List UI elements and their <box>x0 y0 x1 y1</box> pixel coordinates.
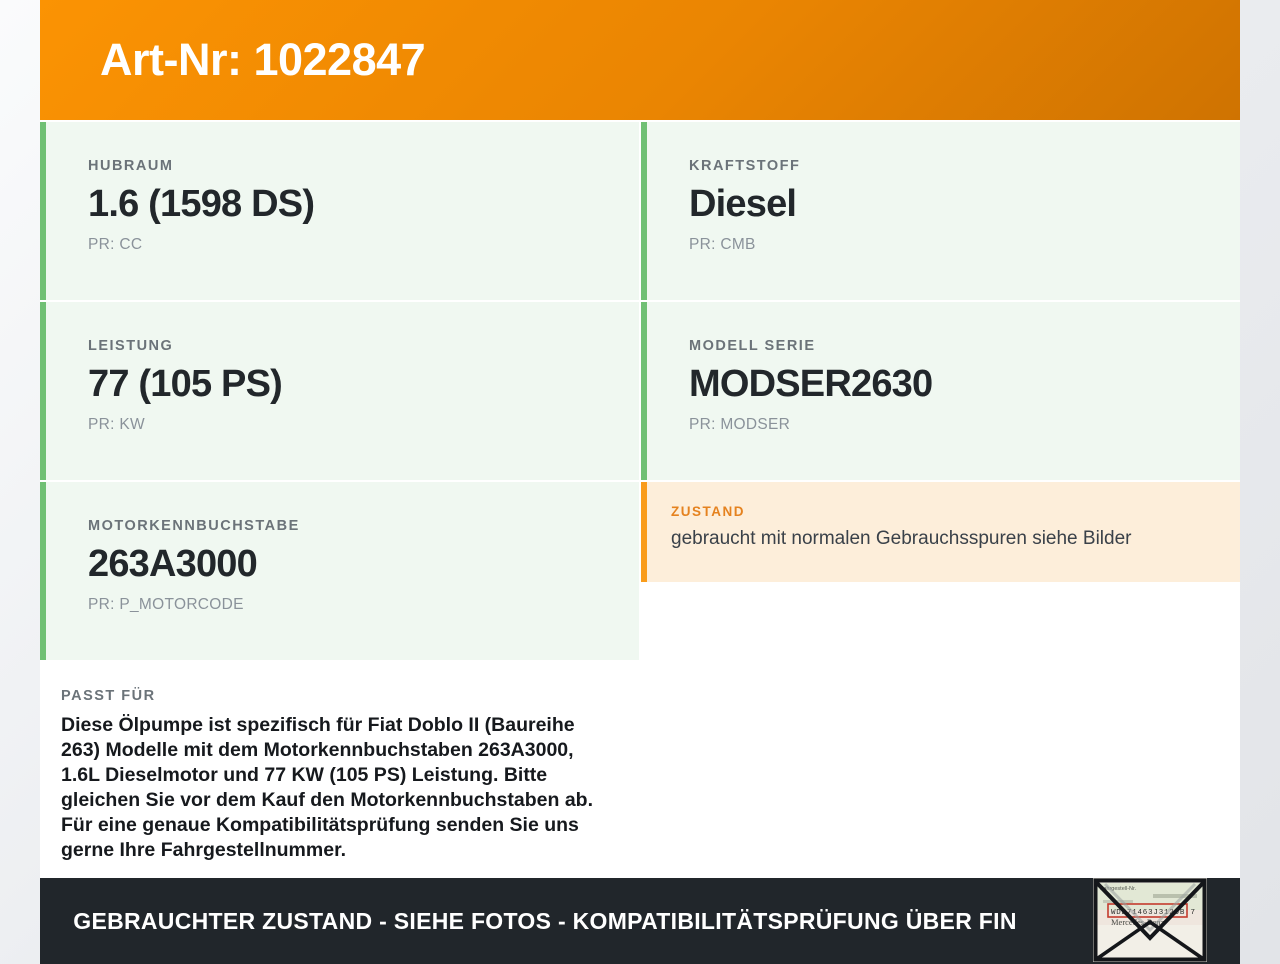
condition-card: ZUSTAND gebraucht mit normalen Gebrauchs… <box>641 482 1240 582</box>
envelope-icon: Fahrgestell-Nr. WDB71463J3129B 7 Mercede… <box>1093 878 1207 962</box>
page-title: Art-Nr: 1022847 <box>100 34 426 85</box>
spec-pr-code: PR: CMB <box>689 235 756 253</box>
spec-pr-code: PR: CC <box>88 235 143 253</box>
compatibility-section: PASST FÜR Diese Ölpumpe ist spezifisch f… <box>40 662 639 876</box>
spec-column-left: HUBRAUM 1.6 (1598 DS) PR: CC LEISTUNG 77… <box>40 122 639 876</box>
spec-value: 1.6 (1598 DS) <box>88 183 315 225</box>
spec-value: 263A3000 <box>88 543 258 585</box>
compatibility-text: Diese Ölpumpe ist spezifisch für Fiat Do… <box>61 714 594 861</box>
footer-notice: GEBRAUCHTER ZUSTAND - SIEHE FOTOS - KOMP… <box>73 907 1017 934</box>
spec-grid: HUBRAUM 1.6 (1598 DS) PR: CC LEISTUNG 77… <box>40 120 1240 876</box>
spec-label: MOTORKENNBUCHSTABE <box>88 518 300 534</box>
spec-pr-code: PR: KW <box>88 415 145 433</box>
spec-pr-code: PR: P_MOTORCODE <box>88 595 244 613</box>
empty-area <box>641 584 1240 876</box>
listing-page: Art-Nr: 1022847 HUBRAUM 1.6 (1598 DS) PR… <box>40 0 1240 964</box>
spec-value: Diesel <box>689 183 797 225</box>
spec-label: HUBRAUM <box>88 158 174 174</box>
spec-label: MODELL SERIE <box>689 338 816 354</box>
spec-card-motorkennbuchstabe: MOTORKENNBUCHSTABE 263A3000 PR: P_MOTORC… <box>40 482 639 660</box>
spec-card-leistung: LEISTUNG 77 (105 PS) PR: KW <box>40 302 639 480</box>
spec-card-kraftstoff: KRAFTSTOFF Diesel PR: CMB <box>641 122 1240 300</box>
vin-document-envelope-image: Fahrgestell-Nr. WDB71463J3129B 7 Mercede… <box>1093 878 1207 962</box>
spec-column-right: KRAFTSTOFF Diesel PR: CMB MODELL SERIE M… <box>641 122 1240 876</box>
spec-value: MODSER2630 <box>689 363 933 405</box>
spec-pr-code: PR: MODSER <box>689 415 791 433</box>
spec-value: 77 (105 PS) <box>88 363 283 405</box>
product-header: Art-Nr: 1022847 <box>40 0 1240 120</box>
spec-label: LEISTUNG <box>88 338 174 354</box>
condition-label: ZUSTAND <box>671 504 745 519</box>
spec-label: KRAFTSTOFF <box>689 158 801 174</box>
compatibility-label: PASST FÜR <box>61 688 156 704</box>
footer-banner: GEBRAUCHTER ZUSTAND - SIEHE FOTOS - KOMP… <box>40 878 1240 964</box>
spec-card-modell-serie: MODELL SERIE MODSER2630 PR: MODSER <box>641 302 1240 480</box>
spec-card-hubraum: HUBRAUM 1.6 (1598 DS) PR: CC <box>40 122 639 300</box>
condition-text: gebraucht mit normalen Gebrauchsspuren s… <box>671 528 1132 549</box>
